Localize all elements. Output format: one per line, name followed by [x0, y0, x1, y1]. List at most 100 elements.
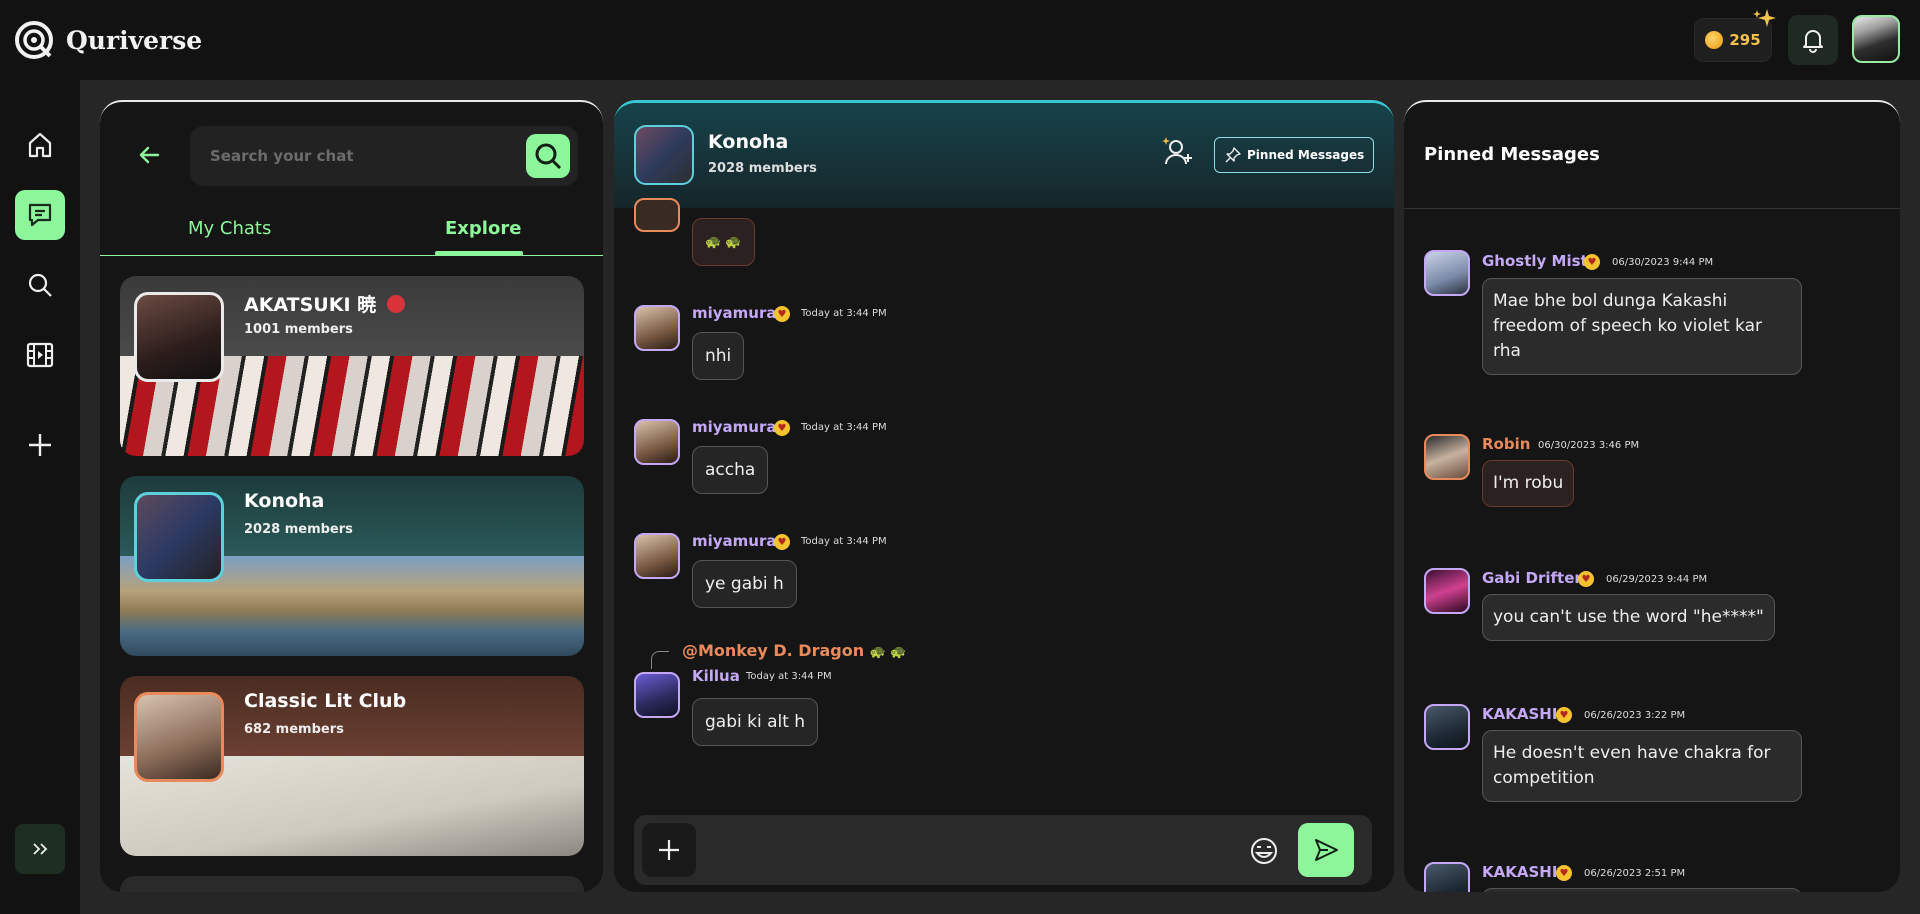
pinned-time: 06/30/2023 9:44 PM: [1612, 257, 1714, 268]
message-time: Today at 3:44 PM: [746, 671, 832, 682]
heart-eyes-emoji-icon: ♥: [1578, 571, 1594, 587]
heart-eyes-emoji-icon: ♥: [1584, 254, 1600, 270]
film-icon: [26, 342, 54, 368]
chat-thumbnail: [134, 492, 224, 582]
pinned-title: Pinned Messages: [1424, 144, 1600, 165]
search-box: [190, 126, 578, 186]
tab-my-chats[interactable]: My Chats: [188, 218, 271, 239]
group-name: Konoha: [708, 131, 789, 153]
chat-card-akatsuki[interactable]: AKATSUKI 暁 1001 members: [120, 276, 584, 456]
brand[interactable]: Quriverse: [14, 20, 202, 60]
message-avatar[interactable]: [634, 672, 680, 718]
search-icon: [28, 273, 52, 297]
nav-home[interactable]: [15, 120, 65, 170]
heart-eyes-emoji-icon: ♥: [774, 420, 790, 436]
chat-header: Konoha 2028 members Pinned Messages: [614, 103, 1394, 208]
bell-icon: [1803, 30, 1823, 53]
active-tab-indicator: [435, 251, 523, 256]
message-time: Today at 3:44 PM: [801, 308, 887, 319]
pinned-bubble: [1482, 888, 1802, 892]
nav-videos[interactable]: [15, 330, 65, 380]
send-button[interactable]: [1298, 823, 1354, 877]
chat-card-konoha[interactable]: Konoha 2028 members: [120, 476, 584, 656]
nav-create[interactable]: [15, 420, 65, 470]
chat-card-classic-lit-club[interactable]: Classic Lit Club 682 members: [120, 676, 584, 856]
nav-search[interactable]: [15, 260, 65, 310]
message-sender[interactable]: miyamura: [692, 418, 777, 436]
message-bubble: 🐢 🐢: [692, 218, 755, 266]
coin-icon: [1705, 31, 1724, 49]
message-time: Today at 3:44 PM: [801, 536, 887, 547]
user-avatar[interactable]: [1852, 15, 1900, 63]
message-composer: [634, 815, 1372, 885]
pinned-sender[interactable]: Gabi Drifter: [1482, 569, 1582, 587]
pinned-sender[interactable]: Ghostly Mist: [1482, 252, 1588, 270]
group-avatar[interactable]: [634, 125, 694, 185]
heart-eyes-emoji-icon: ♥: [774, 534, 790, 550]
attach-button[interactable]: [642, 823, 696, 877]
message-bubble: ye gabi h: [692, 560, 797, 608]
pinned-avatar[interactable]: [1424, 568, 1470, 614]
logo-icon: [15, 21, 53, 59]
notifications-button[interactable]: [1788, 15, 1838, 65]
pinned-avatar[interactable]: [1424, 250, 1470, 296]
pinned-time: 06/29/2023 9:44 PM: [1606, 574, 1708, 585]
chat-card-partial[interactable]: [120, 876, 584, 892]
message-list: 🐢 🐢 miyamura ♥ Today at 3:44 PM nhi miya…: [614, 198, 1394, 808]
pinned-messages-button[interactable]: Pinned Messages: [1214, 137, 1374, 173]
pinned-bubble: Mae bhe bol dunga Kakashi freedom of spe…: [1482, 278, 1802, 375]
divider: [1404, 208, 1900, 209]
chat-thumbnail: [134, 292, 224, 382]
pinned-avatar[interactable]: [1424, 862, 1470, 892]
message-avatar[interactable]: [634, 419, 680, 465]
pinned-sender[interactable]: Robin: [1482, 435, 1530, 453]
pinned-bubble: I'm robu: [1482, 460, 1575, 507]
back-arrow-icon[interactable]: [136, 142, 162, 168]
pinned-avatar[interactable]: [1424, 704, 1470, 750]
tab-explore[interactable]: Explore: [445, 218, 521, 239]
pinned-avatar[interactable]: [1424, 434, 1470, 480]
message-bubble: gabi ki alt h: [692, 698, 819, 746]
search-button[interactable]: [526, 134, 570, 178]
app-name: Quriverse: [66, 25, 203, 55]
chat-name: Konoha: [244, 490, 325, 512]
chat-name: Classic Lit Club: [244, 690, 407, 712]
search-icon: [535, 143, 562, 170]
chat-tabs: My Chats Explore: [100, 208, 603, 256]
coin-count: 295: [1729, 31, 1761, 49]
left-nav: [0, 80, 80, 914]
message-avatar[interactable]: [634, 305, 680, 351]
pinned-sender[interactable]: KAKASHI: [1482, 705, 1557, 723]
pinned-bubble: He doesn't even have chakra for competit…: [1482, 730, 1802, 802]
add-member-button[interactable]: [1159, 133, 1195, 169]
message-avatar[interactable]: [634, 533, 680, 579]
chat-icon: [28, 203, 52, 227]
top-bar: Quriverse 295: [0, 0, 1920, 80]
chevrons-right-icon: [33, 843, 48, 855]
add-user-icon: [1162, 137, 1192, 165]
pinned-sender[interactable]: KAKASHI: [1482, 863, 1557, 881]
plus-icon: [659, 840, 679, 860]
chat-list-panel: My Chats Explore AKATSUKI 暁 1001 members…: [100, 100, 603, 892]
plus-icon: [29, 434, 51, 456]
message-input[interactable]: [708, 825, 1228, 875]
message-bubble: nhi: [692, 332, 745, 380]
reply-connector: [651, 651, 669, 669]
emoji-button[interactable]: [1248, 835, 1280, 867]
chat-name: AKATSUKI 暁: [244, 290, 405, 317]
chat-members: 682 members: [244, 722, 344, 737]
message-sender[interactable]: miyamura: [692, 304, 777, 322]
message-sender[interactable]: miyamura: [692, 532, 777, 550]
message-avatar[interactable]: [634, 198, 680, 232]
turtle-emoji-icon: 🐢 🐢: [869, 645, 907, 660]
reply-reference[interactable]: @Monkey D. Dragon 🐢 🐢: [682, 641, 907, 660]
nav-chat[interactable]: [15, 190, 65, 240]
search-input[interactable]: [190, 126, 510, 186]
expand-sidebar-button[interactable]: [15, 824, 65, 874]
group-members: 2028 members: [708, 161, 817, 176]
devil-emoji-icon: [386, 295, 405, 313]
heart-eyes-emoji-icon: ♥: [1556, 707, 1572, 723]
home-icon: [28, 132, 52, 158]
pinned-time: 06/26/2023 2:51 PM: [1584, 868, 1686, 879]
message-sender[interactable]: Killua: [692, 667, 740, 685]
